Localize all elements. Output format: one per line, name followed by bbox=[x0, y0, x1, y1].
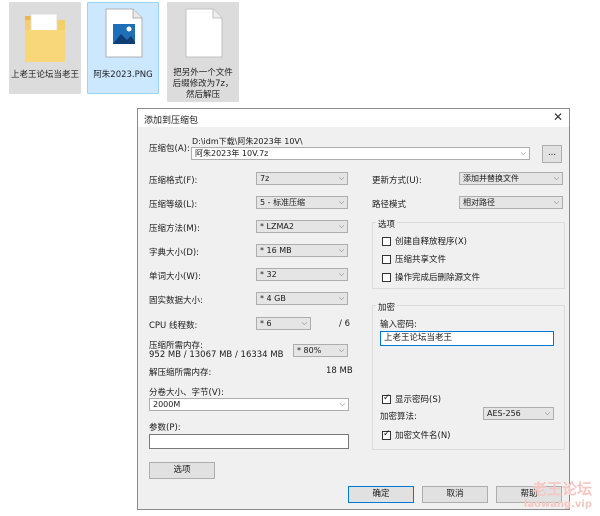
watermark-line1: 老王论坛 bbox=[531, 480, 592, 498]
decomp-label: 解压缩所需内存: bbox=[149, 368, 212, 378]
password-label: 输入密码: bbox=[380, 320, 417, 330]
password-input[interactable]: 上老王论坛当老王 bbox=[380, 331, 554, 346]
update-label: 更新方式(U): bbox=[372, 176, 422, 186]
params-input[interactable] bbox=[149, 434, 349, 449]
chevron-down-icon: ⌵ bbox=[339, 400, 345, 408]
site-watermark: 老王论坛 laowang.vip bbox=[524, 478, 592, 510]
encryption-group-title: 加密 bbox=[376, 301, 398, 313]
split-combo[interactable]: 2000M ⌵ bbox=[149, 398, 349, 411]
check-icon: ✓ bbox=[383, 428, 391, 439]
chevron-down-icon: ⌵ bbox=[338, 294, 344, 302]
chevron-down-icon: ⌵ bbox=[338, 222, 344, 230]
chevron-down-icon: ⌵ bbox=[553, 198, 559, 206]
enc-method-select[interactable]: AES-256 ⌵ bbox=[483, 407, 554, 420]
dialog-titlebar[interactable]: 添加到压缩包 ✕ bbox=[138, 109, 569, 127]
checkbox-box: ✓ bbox=[382, 428, 391, 440]
add-to-archive-dialog: 添加到压缩包 ✕ 压缩包(A): D:\idm下载\阿朱2023年 10V\ 阿… bbox=[137, 108, 570, 510]
shared-checkbox[interactable]: 压缩共享文件 bbox=[382, 253, 446, 265]
decomp-value: 18 MB bbox=[326, 366, 353, 376]
dict-label: 字典大小(D): bbox=[149, 248, 200, 258]
options-button[interactable]: 选项 bbox=[149, 462, 215, 479]
blank-file-icon bbox=[185, 8, 223, 58]
sfx-checkbox[interactable]: 创建自释放程序(X) bbox=[382, 235, 467, 247]
file-name: 把另外一个文件后缀修改为7z，然后解压 bbox=[172, 68, 234, 100]
desktop-file-folder[interactable]: 上老王论坛当老王 bbox=[9, 2, 81, 94]
solid-select[interactable]: * 4 GB ⌵ bbox=[256, 292, 348, 305]
archive-path: D:\idm下载\阿朱2023年 10V\ bbox=[192, 137, 303, 146]
split-label: 分卷大小、字节(V): bbox=[149, 388, 224, 398]
format-label: 压缩格式(F): bbox=[149, 176, 198, 186]
method-select[interactable]: * LZMA2 ⌵ bbox=[256, 220, 348, 233]
folder-icon bbox=[25, 13, 65, 62]
chevron-down-icon: ⌵ bbox=[338, 246, 344, 254]
chevron-down-icon: ⌵ bbox=[338, 270, 344, 278]
mem-detail: 952 MB / 13067 MB / 16334 MB bbox=[149, 350, 284, 360]
path-mode-label: 路径模式 bbox=[372, 200, 407, 210]
enc-method-label: 加密算法: bbox=[380, 412, 417, 422]
update-select[interactable]: 添加并替换文件 ⌵ bbox=[459, 172, 563, 185]
check-icon: ✓ bbox=[383, 392, 391, 403]
cancel-button[interactable]: 取消 bbox=[422, 486, 488, 503]
path-mode-select[interactable]: 相对路径 ⌵ bbox=[459, 196, 563, 209]
file-name: 阿朱2023.PNG bbox=[93, 70, 153, 80]
cpu-max: / 6 bbox=[339, 319, 350, 329]
cpu-label: CPU 线程数: bbox=[149, 321, 198, 331]
show-password-checkbox[interactable]: ✓ 显示密码(S) bbox=[382, 393, 441, 405]
delete-checkbox[interactable]: 操作完成后删除源文件 bbox=[382, 271, 480, 283]
chevron-down-icon: ⌵ bbox=[544, 409, 550, 417]
chevron-down-icon: ⌵ bbox=[338, 346, 344, 354]
dialog-title: 添加到压缩包 bbox=[144, 116, 199, 126]
level-label: 压缩等级(L): bbox=[149, 200, 198, 210]
chevron-down-icon: ⌵ bbox=[301, 319, 307, 327]
mem-select[interactable]: * 80% ⌵ bbox=[293, 344, 348, 357]
chevron-down-icon: ⌵ bbox=[553, 174, 559, 182]
browse-button[interactable]: ... bbox=[542, 145, 562, 163]
archive-name-combo[interactable]: 阿朱2023年 10V.7z ⌵ bbox=[191, 147, 530, 160]
image-file-icon bbox=[105, 8, 143, 58]
file-name: 上老王论坛当老王 bbox=[11, 70, 80, 80]
solid-label: 固实数据大小: bbox=[149, 296, 203, 306]
checkbox-box: ✓ bbox=[382, 392, 391, 404]
chevron-down-icon: ⌵ bbox=[338, 174, 344, 182]
word-select[interactable]: * 32 ⌵ bbox=[256, 268, 348, 281]
word-label: 单词大小(W): bbox=[149, 272, 201, 282]
chevron-down-icon: ⌵ bbox=[520, 149, 526, 157]
watermark-line2: laowang.vip bbox=[523, 499, 592, 510]
format-select[interactable]: 7z ⌵ bbox=[256, 172, 348, 185]
dict-select[interactable]: * 16 MB ⌵ bbox=[256, 244, 348, 257]
cpu-select[interactable]: * 6 ⌵ bbox=[256, 317, 311, 330]
desktop-file-png[interactable]: 阿朱2023.PNG bbox=[87, 2, 159, 94]
checkbox-box bbox=[382, 236, 391, 246]
params-label: 参数(P): bbox=[149, 423, 181, 433]
archive-label: 压缩包(A): bbox=[149, 144, 190, 154]
checkbox-box bbox=[382, 272, 391, 282]
level-select[interactable]: 5 - 标准压缩 ⌵ bbox=[256, 196, 348, 209]
encrypt-names-checkbox[interactable]: ✓ 加密文件名(N) bbox=[382, 429, 451, 441]
ok-button[interactable]: 确定 bbox=[348, 486, 414, 503]
method-label: 压缩方法(M): bbox=[149, 224, 200, 234]
desktop-file-blank[interactable]: 把另外一个文件后缀修改为7z，然后解压 bbox=[167, 2, 239, 102]
close-icon[interactable]: ✕ bbox=[553, 110, 563, 124]
chevron-down-icon: ⌵ bbox=[338, 198, 344, 206]
options-group-title: 选项 bbox=[376, 218, 398, 230]
checkbox-box bbox=[382, 254, 391, 264]
